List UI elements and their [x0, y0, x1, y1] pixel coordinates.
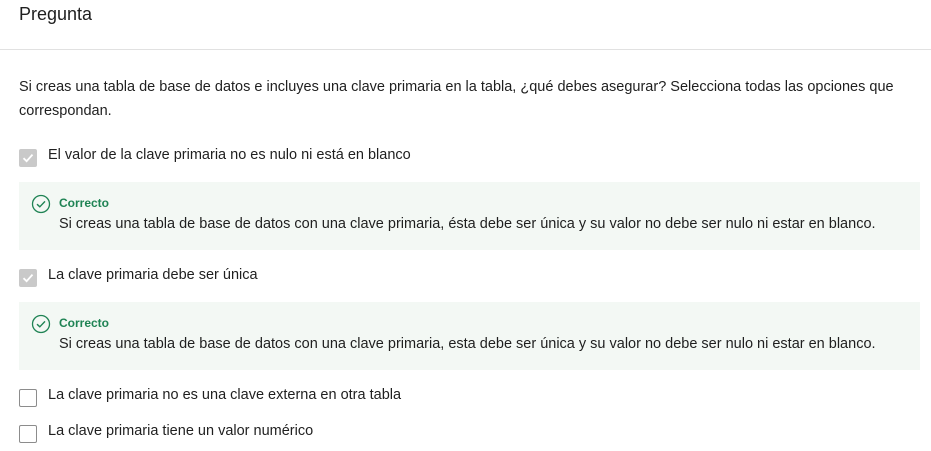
option-2-feedback: Correcto Si creas una tabla de base de d…: [19, 302, 920, 370]
option-3[interactable]: La clave primaria no es una clave extern…: [19, 387, 919, 409]
option-1-label: El valor de la clave primaria no es nulo…: [48, 147, 411, 163]
option-4-label: La clave primaria tiene un valor numéric…: [48, 423, 314, 439]
page-title: Pregunta: [19, 4, 93, 24]
feedback-text: Si creas una tabla de base de datos con …: [59, 216, 876, 232]
feedback-status: Correcto: [59, 196, 110, 210]
question-prompt: Si creas una tabla de base de datos e in…: [19, 79, 894, 119]
option-2-checkbox[interactable]: [19, 269, 37, 287]
option-1[interactable]: El valor de la clave primaria no es nulo…: [19, 147, 919, 169]
question-header: Pregunta: [0, 0, 931, 50]
check-circle-icon: [31, 314, 51, 334]
option-4-checkbox[interactable]: [19, 425, 37, 443]
option-4[interactable]: La clave primaria tiene un valor numéric…: [19, 423, 919, 445]
check-icon: [22, 274, 34, 283]
feedback-status: Correcto: [59, 316, 110, 330]
feedback-text: Si creas una tabla de base de datos con …: [59, 336, 876, 352]
option-1-feedback: Correcto Si creas una tabla de base de d…: [19, 182, 920, 250]
option-1-checkbox[interactable]: [19, 149, 37, 167]
option-3-label: La clave primaria no es una clave extern…: [48, 387, 402, 403]
option-3-checkbox[interactable]: [19, 389, 37, 407]
quiz-page: Pregunta Si creas una tabla de base de d…: [0, 0, 931, 451]
check-circle-icon: [31, 194, 51, 214]
option-2-label: La clave primaria debe ser única: [48, 267, 258, 283]
check-icon: [22, 154, 34, 163]
option-2[interactable]: La clave primaria debe ser única: [19, 267, 919, 289]
